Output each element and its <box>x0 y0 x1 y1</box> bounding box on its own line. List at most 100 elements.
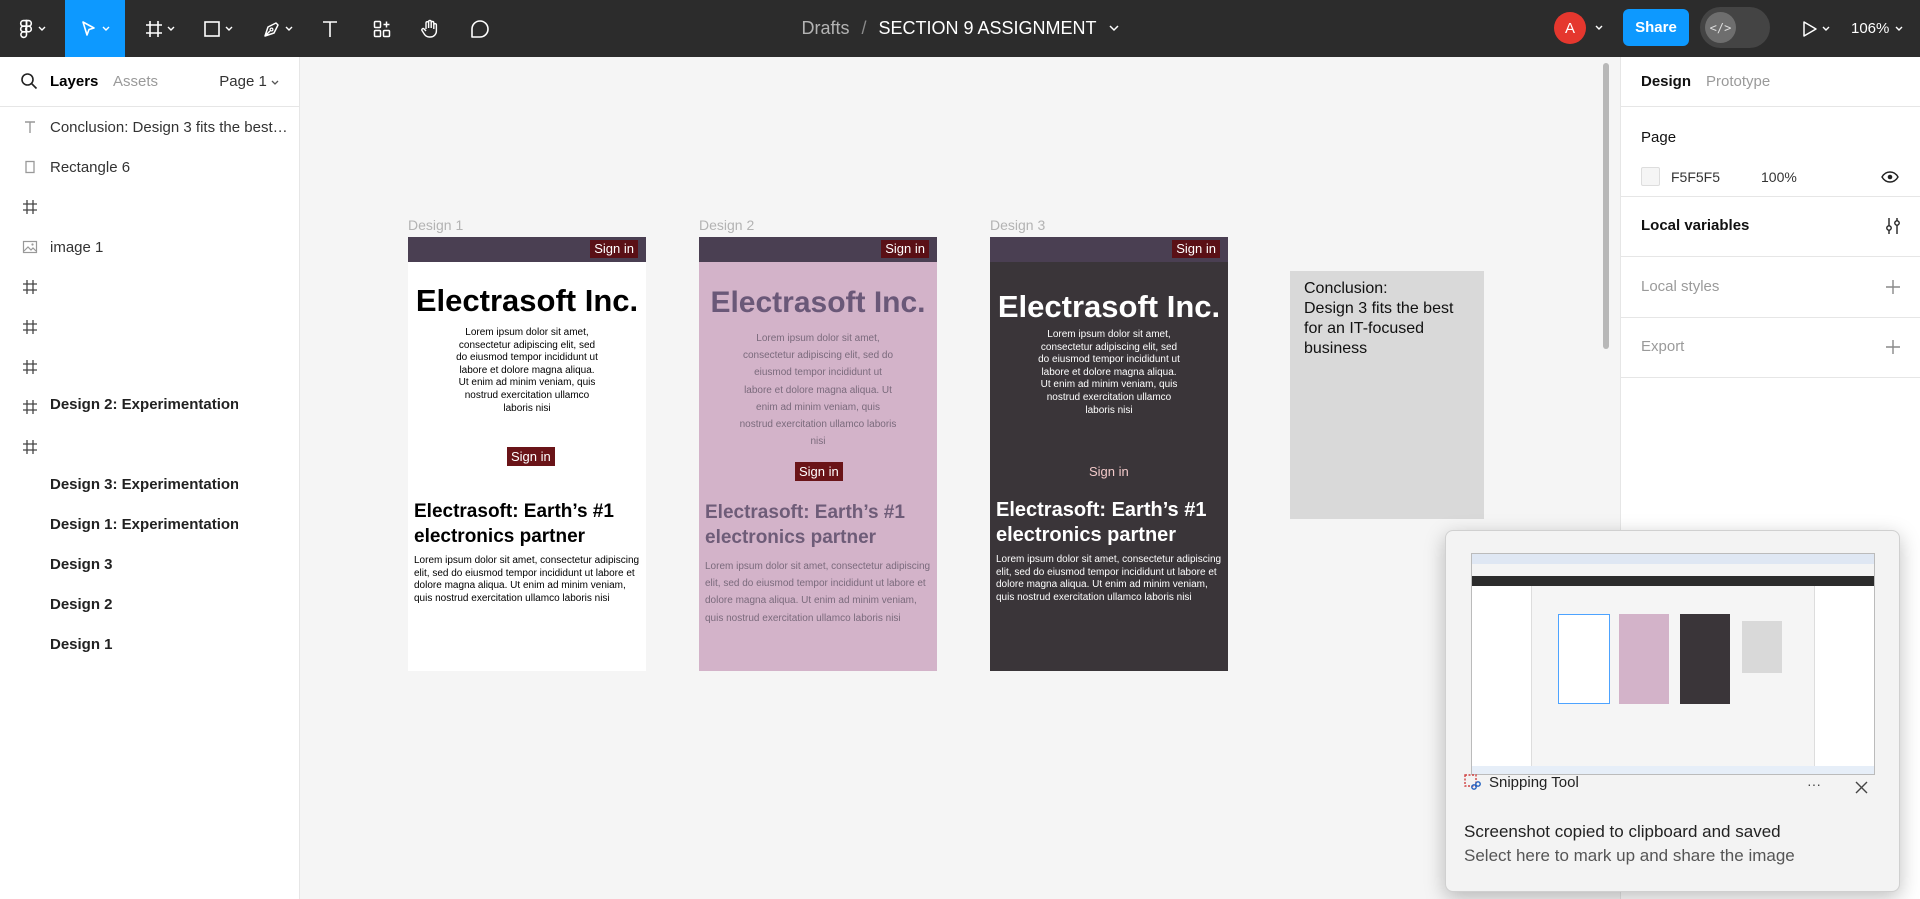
thumb-browser-address <box>1472 564 1874 576</box>
hand-tool-button[interactable] <box>416 0 444 57</box>
frame-body-text: Lorem ipsum dolor sit amet, consectetur … <box>996 554 1222 603</box>
frame-design-2[interactable]: Sign in Electrasoft Inc. Lorem ipsum dol… <box>699 237 937 671</box>
layer-item[interactable]: Design 1 <box>0 427 238 861</box>
thumb-browser-tabs <box>1472 554 1874 564</box>
page-section: Page F5F5F5 100% <box>1621 107 1920 197</box>
layer-item[interactable]: Rectangle 6 <box>0 147 299 187</box>
thumb-design-1 <box>1558 614 1610 704</box>
tab-layers[interactable]: Layers <box>50 73 98 90</box>
play-icon <box>1803 20 1817 37</box>
screenshot-thumbnail[interactable] <box>1471 553 1875 775</box>
chevron-down-icon[interactable] <box>1595 25 1603 31</box>
chevron-down-icon <box>1822 26 1830 31</box>
present-button[interactable] <box>1796 0 1836 57</box>
frame-label-design-2[interactable]: Design 2 <box>699 217 754 233</box>
frame-lorem: Lorem ipsum dolor sit amet, consectetur … <box>1038 329 1180 416</box>
chevron-down-icon <box>285 26 293 31</box>
code-icon: </> <box>1705 12 1736 43</box>
nav-signin-button: Sign in <box>881 240 929 258</box>
frame-layer-icon <box>23 320 37 334</box>
pen-tool-button[interactable] <box>256 0 300 57</box>
conclusion-text: Design 3 fits the best for an IT-focused… <box>1304 300 1454 357</box>
cta-signin-button: Sign in <box>1089 464 1129 479</box>
snipping-tool-notification[interactable]: Snipping Tool ··· Screenshot copied to c… <box>1445 530 1900 892</box>
layer-label: Rectangle 6 <box>50 158 131 176</box>
zoom-control[interactable]: 106% <box>1851 0 1903 57</box>
tab-design[interactable]: Design <box>1641 73 1691 90</box>
frame-layer-icon <box>23 400 37 414</box>
local-styles-section: Local styles <box>1621 257 1920 318</box>
tab-assets[interactable]: Assets <box>113 73 158 90</box>
frame-tool-icon <box>146 20 162 37</box>
tab-prototype[interactable]: Prototype <box>1706 73 1770 90</box>
dev-mode-toggle[interactable]: </> <box>1700 7 1770 48</box>
plus-icon[interactable] <box>1886 340 1900 354</box>
actions-icon <box>373 20 391 37</box>
canvas-scrollbar[interactable] <box>1603 63 1609 349</box>
share-button[interactable]: Share <box>1623 9 1689 46</box>
snipping-tool-icon <box>1464 774 1481 790</box>
toast-app-name: Snipping Tool <box>1489 774 1579 791</box>
page-selector[interactable]: Page 1 <box>219 73 279 90</box>
thumb-design-3 <box>1680 614 1730 704</box>
local-variables-title: Local variables <box>1641 217 1750 234</box>
chevron-down-icon <box>102 26 110 31</box>
chevron-down-icon <box>167 26 175 31</box>
pen-tool-icon <box>264 21 279 37</box>
page-color-value[interactable]: F5F5F5 <box>1671 169 1720 185</box>
close-icon[interactable] <box>1855 781 1868 794</box>
avatar[interactable]: A <box>1554 12 1586 44</box>
text-tool-icon <box>323 20 337 37</box>
plus-icon[interactable] <box>1886 280 1900 294</box>
frame-nav-bar: Sign in <box>408 237 646 262</box>
layer-item[interactable]: image 1 <box>0 227 299 267</box>
thumb-design-2 <box>1619 614 1669 704</box>
frame-label-design-1[interactable]: Design 1 <box>408 217 463 233</box>
file-name[interactable]: SECTION 9 ASSIGNMENT <box>878 18 1096 39</box>
design-canvas[interactable]: Design 1 Sign in Electrasoft Inc. Lorem … <box>301 57 1620 899</box>
conclusion-title: Conclusion: <box>1304 280 1388 297</box>
cta-signin-button: Sign in <box>795 462 843 481</box>
layer-label: Conclusion: Design 3 fits the best for a… <box>50 118 290 136</box>
breadcrumb-drafts[interactable]: Drafts <box>801 18 849 39</box>
frame-label-design-3[interactable]: Design 3 <box>990 217 1045 233</box>
move-tool-icon <box>82 20 95 36</box>
shape-tool-button[interactable] <box>196 0 240 57</box>
frame-nav-bar: Sign in <box>699 237 937 262</box>
frame-subheading: Electrasoft: Earth’s #1 electronics part… <box>996 499 1207 546</box>
frame-heading: Electrasoft Inc. <box>710 286 926 319</box>
image-layer-icon <box>22 240 38 254</box>
page-opacity-value[interactable]: 100% <box>1761 169 1797 185</box>
frame-layer-icon <box>23 360 37 374</box>
conclusion-rectangle[interactable]: Conclusion: Design 3 fits the best for a… <box>1290 271 1484 519</box>
frame-body-text: Lorem ipsum dolor sit amet, consectetur … <box>705 561 931 624</box>
frame-subheading: Electrasoft: Earth’s #1 electronics part… <box>414 501 614 547</box>
actions-button[interactable] <box>368 0 396 57</box>
chevron-down-icon[interactable] <box>1109 25 1119 32</box>
local-variables-section: Local variables <box>1621 197 1920 257</box>
frame-design-1[interactable]: Sign in Electrasoft Inc. Lorem ipsum dol… <box>408 237 646 671</box>
nav-signin-button: Sign in <box>1172 240 1220 258</box>
frame-subheading: Electrasoft: Earth’s #1 electronics part… <box>705 502 905 548</box>
move-tool-button[interactable] <box>65 0 125 57</box>
thumb-properties-panel <box>1814 586 1874 766</box>
text-tool-button[interactable] <box>316 0 344 57</box>
variables-settings-icon[interactable] <box>1885 217 1901 235</box>
more-options-button[interactable]: ··· <box>1807 776 1821 792</box>
frame-lorem: Lorem ipsum dolor sit amet, consectetur … <box>456 327 598 414</box>
frame-tool-button[interactable] <box>138 0 182 57</box>
main-menu-button[interactable] <box>10 0 54 57</box>
eye-icon[interactable] <box>1881 171 1899 183</box>
comment-tool-button[interactable] <box>466 0 494 57</box>
frame-design-3[interactable]: Sign in Electrasoft Inc. Lorem ipsum dol… <box>990 237 1228 671</box>
frame-heading: Electrasoft Inc. <box>415 283 639 318</box>
page-section-title: Page <box>1641 129 1677 146</box>
page-color-swatch[interactable] <box>1641 167 1660 186</box>
layer-item[interactable]: Conclusion: Design 3 fits the best for a… <box>0 107 299 147</box>
rectangle-tool-icon <box>204 20 220 37</box>
chevron-down-icon <box>225 26 233 31</box>
chevron-down-icon <box>1895 26 1903 31</box>
layers-panel: Layers Assets Page 1 Conclusion: Design … <box>0 57 300 899</box>
thumb-toolbar <box>1472 576 1874 586</box>
search-icon[interactable] <box>20 72 38 90</box>
